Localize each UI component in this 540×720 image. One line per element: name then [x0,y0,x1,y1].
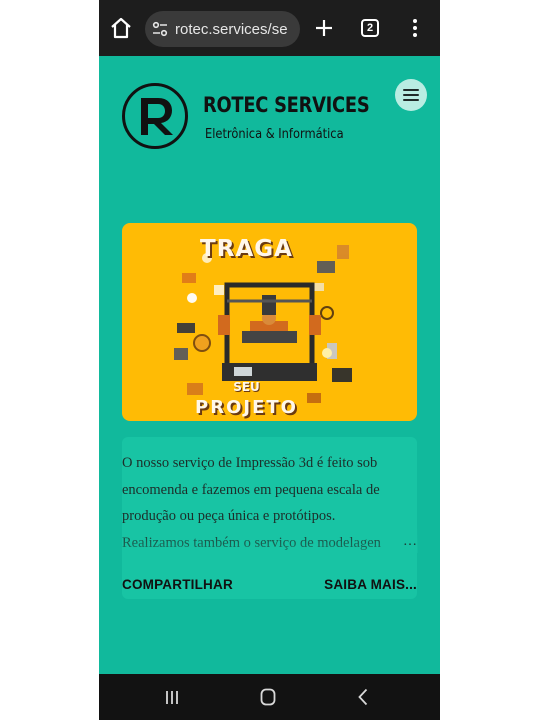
system-navigation-bar [99,674,440,720]
hamburger-icon[interactable] [395,79,427,111]
promo-mid-text: SEU [233,380,260,394]
home-icon[interactable] [109,16,133,40]
phone-screen: rotec.services/se 2 ROTEC SERVICES Eletr… [99,0,440,720]
promo-headline: TRAGA [200,236,293,262]
tab-counter-button[interactable]: 2 [361,19,379,37]
back-icon[interactable] [358,688,368,706]
address-bar[interactable]: rotec.services/se [145,11,300,47]
promo-footer-text: PROJETO [195,397,298,418]
truncation-ellipsis: … [403,534,417,549]
recents-icon[interactable] [165,690,179,705]
description-line: produção ou peça única e protótipos. [122,508,336,524]
service-description: O nosso serviço de Impressão 3d é feito … [122,450,418,556]
share-button[interactable]: COMPARTILHAR [122,577,233,592]
brand-subtitle: Eletrônica & Informática [205,127,344,142]
description-line: Realizamos também o serviço de modelagen [122,534,381,551]
url-text[interactable]: rotec.services/se [175,21,288,38]
description-line: encomenda e fazemos em pequena escala de [122,481,380,498]
rotec-logo[interactable] [121,82,189,150]
brand-title: ROTEC SERVICES [203,93,370,117]
read-more-button[interactable]: SAIBA MAIS... [324,577,417,592]
tab-count: 2 [366,22,374,34]
nav-home-icon[interactable] [260,688,276,706]
plus-icon[interactable] [313,17,335,39]
tune-icon[interactable] [151,20,169,38]
description-line: O nosso serviço de Impressão 3d é feito … [122,455,378,471]
browser-toolbar: rotec.services/se 2 [99,0,440,56]
more-vert-icon[interactable] [411,18,419,38]
